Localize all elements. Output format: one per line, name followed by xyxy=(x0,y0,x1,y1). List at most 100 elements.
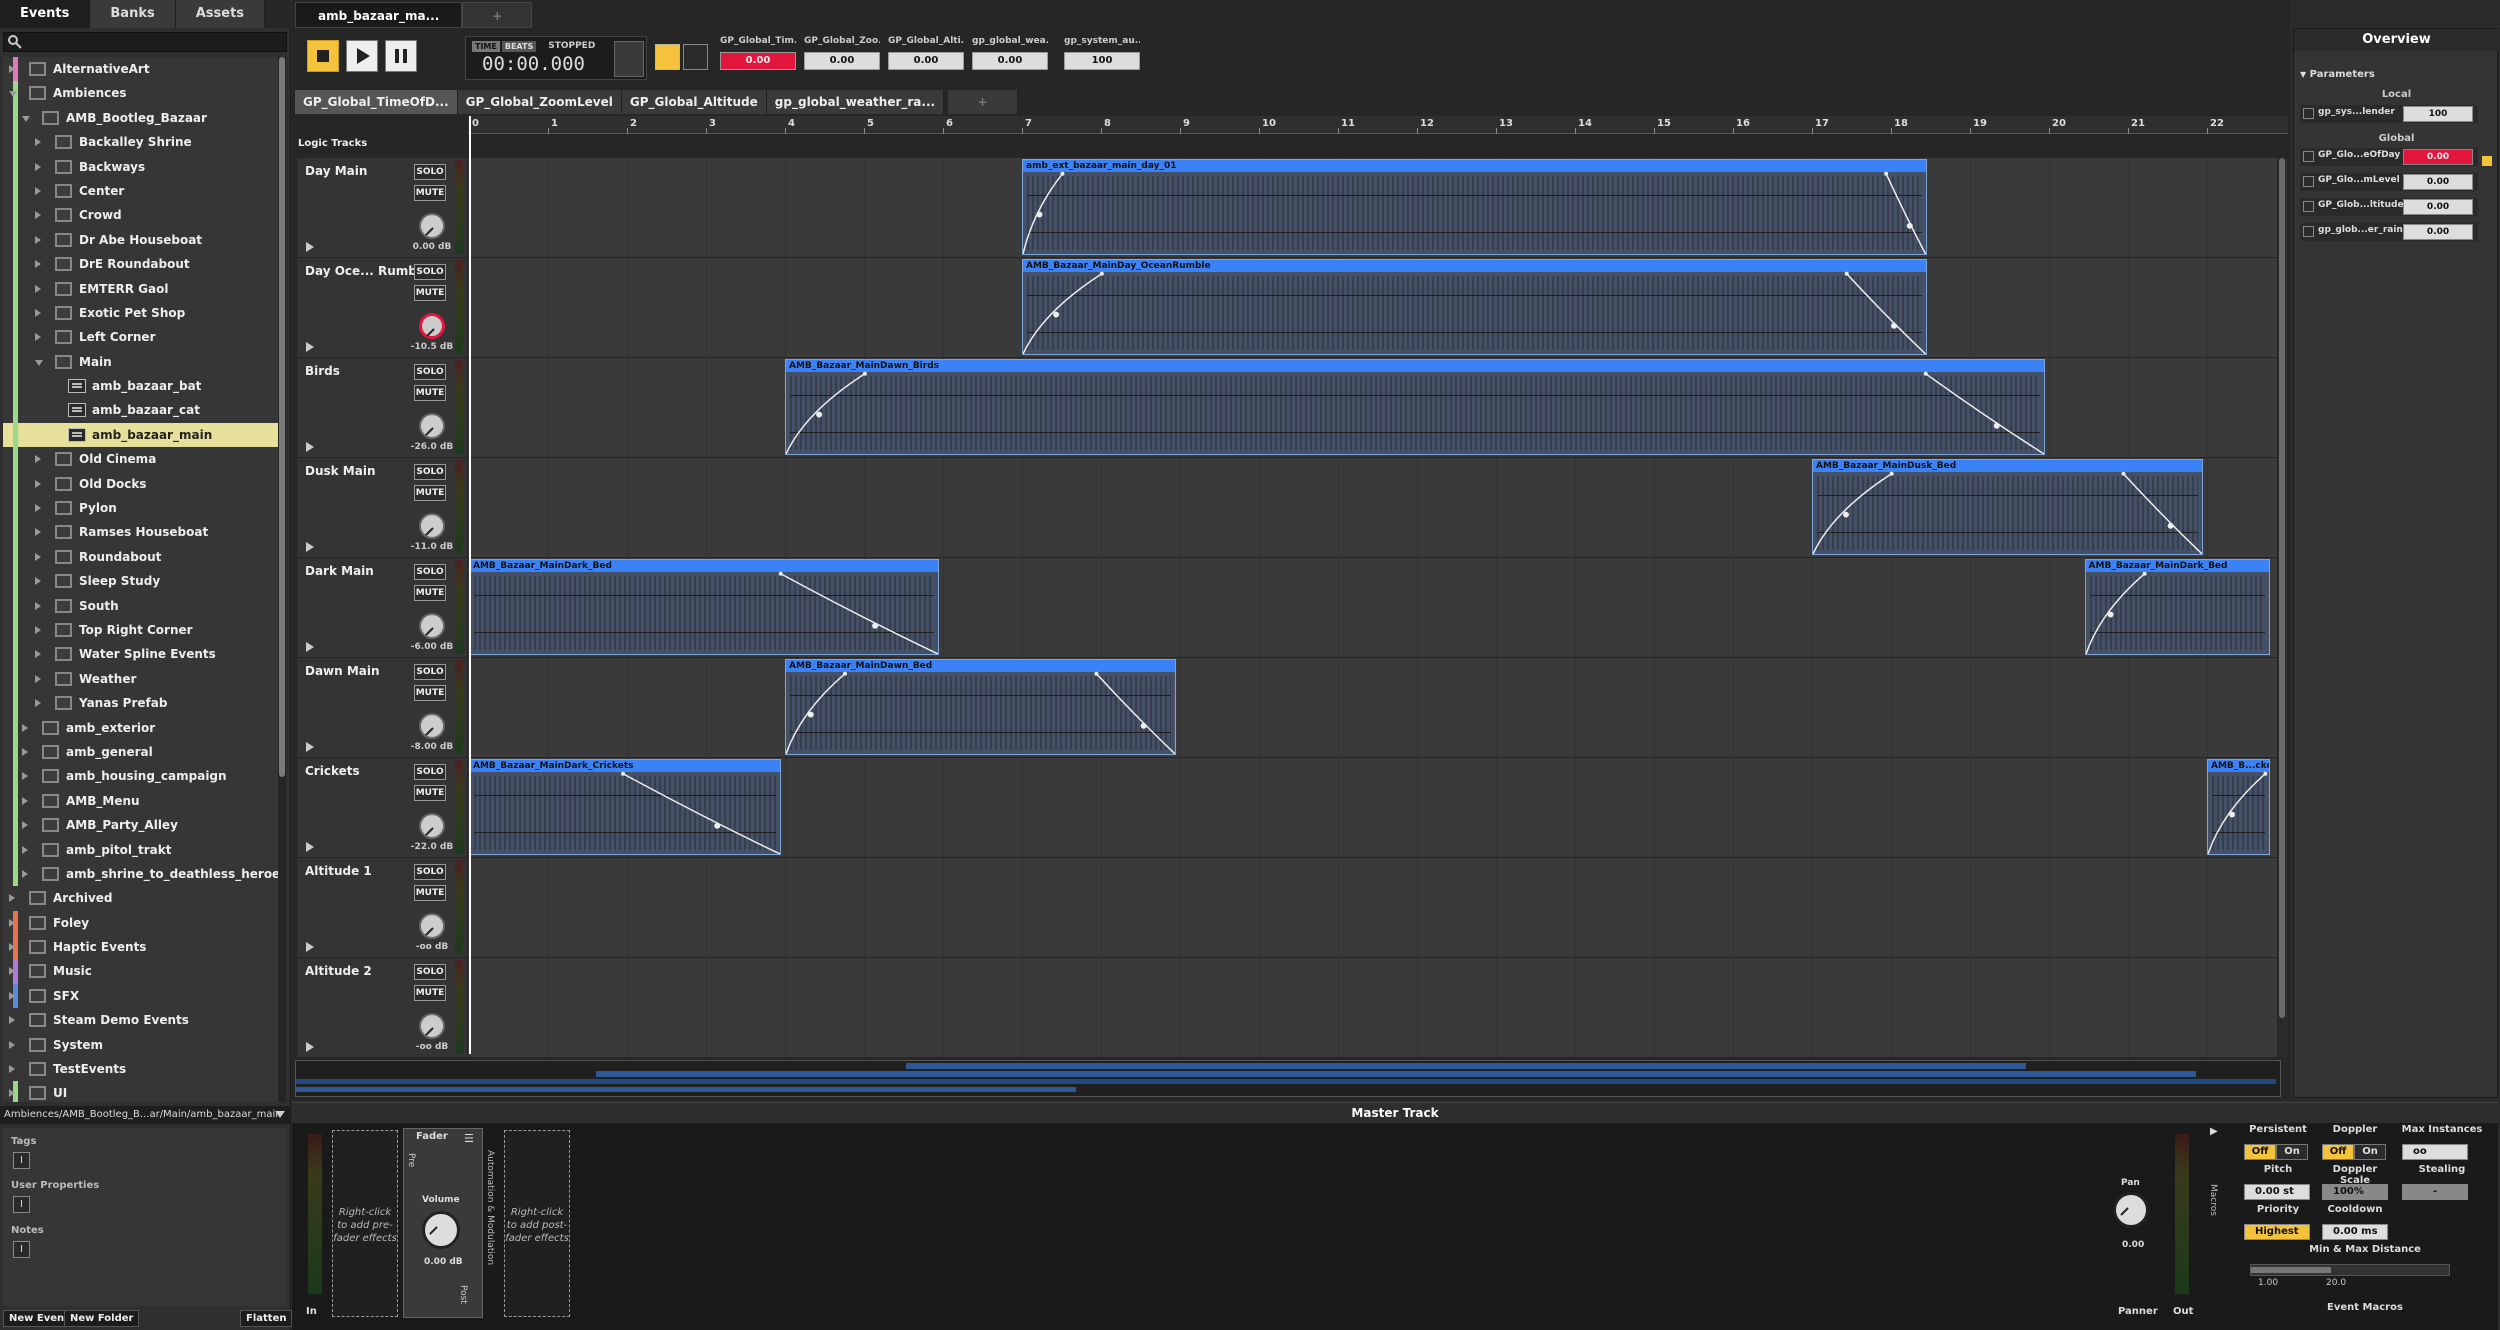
parameter-value[interactable]: 0.00 xyxy=(2403,174,2473,190)
track-header[interactable]: Altitude 2 SOLO MUTE -oo dB xyxy=(297,958,467,1057)
folder-item[interactable]: System xyxy=(3,1033,278,1057)
expand-track-icon[interactable] xyxy=(306,942,314,952)
track-header[interactable]: Altitude 1 SOLO MUTE -oo dB xyxy=(297,858,467,957)
solo-button[interactable]: SOLO xyxy=(414,964,446,980)
chevron-right-icon[interactable] xyxy=(35,260,41,269)
expand-track-icon[interactable] xyxy=(306,1042,314,1052)
chevron-right-icon[interactable] xyxy=(9,918,15,927)
tab-events[interactable]: Events xyxy=(0,0,91,28)
chevron-right-icon[interactable] xyxy=(9,991,15,1000)
add-tag-button[interactable]: I xyxy=(13,1152,30,1169)
instrument-clip[interactable]: AMB_Bazaar_MainDusk_Bed xyxy=(1812,459,2204,555)
fade-curves[interactable] xyxy=(470,760,781,854)
menu-icon[interactable]: ☰ xyxy=(464,1132,474,1145)
browser-scrollbar[interactable] xyxy=(278,57,286,1102)
chevron-right-icon[interactable] xyxy=(35,186,41,195)
track-timeline[interactable]: AMB_Bazaar_MainDusk_Bed xyxy=(468,458,2287,557)
fade-curves[interactable] xyxy=(2208,760,2269,854)
max-instances-input[interactable]: oo xyxy=(2402,1144,2468,1160)
chevron-right-icon[interactable] xyxy=(35,211,41,220)
overview-parameter-row[interactable]: GP_Glob...ltitude 0.00 xyxy=(2300,198,2478,216)
parameter-tab[interactable]: GP_Global_Altitude xyxy=(621,90,767,114)
browser-search-input[interactable] xyxy=(3,32,287,52)
mute-button[interactable]: MUTE xyxy=(414,985,446,1001)
track-volume-knob[interactable] xyxy=(419,313,445,339)
folder-item[interactable]: Music xyxy=(3,959,278,984)
folder-item[interactable]: AMB_Menu xyxy=(3,788,278,814)
instrument-clip[interactable]: AMB_Bazaar_MainDark_Bed xyxy=(2084,559,2271,655)
overview-parameter-row[interactable]: GP_Glo...mLevel 0.00 xyxy=(2300,173,2478,191)
folder-item[interactable]: Center xyxy=(3,178,278,204)
folder-item[interactable]: AlternativeArt xyxy=(3,57,278,82)
parameter-control[interactable]: GP_Global_Zoo... 0.00 xyxy=(804,36,880,76)
folder-item[interactable]: Weather xyxy=(3,666,278,692)
priority-input[interactable]: Highest xyxy=(2244,1224,2310,1240)
chevron-right-icon[interactable] xyxy=(35,235,41,244)
track-timeline[interactable] xyxy=(468,958,2287,1057)
parameter-value[interactable]: 100 xyxy=(2403,106,2473,122)
folder-item[interactable]: amb_exterior xyxy=(3,715,278,740)
folder-item[interactable]: amb_pitol_trakt xyxy=(3,837,278,862)
tracks-view-button[interactable] xyxy=(655,44,680,70)
overview-parameter-row[interactable]: gp_glob...er_rain 0.00 xyxy=(2300,223,2478,241)
track-volume-knob[interactable] xyxy=(419,213,445,239)
track-header[interactable]: Dusk Main SOLO MUTE -11.0 dB xyxy=(297,458,467,557)
folder-item[interactable]: Crowd xyxy=(3,203,278,228)
pre-fader-effects-slot[interactable]: Right-click to add pre-fader effects xyxy=(332,1130,398,1317)
mute-button[interactable]: MUTE xyxy=(414,685,446,701)
expand-track-icon[interactable] xyxy=(306,742,314,752)
chevron-right-icon[interactable] xyxy=(9,65,15,73)
stealing-select[interactable]: - xyxy=(2402,1184,2468,1200)
parameter-control[interactable]: GP_Global_Alti... 0.00 xyxy=(888,36,964,76)
track-volume-knob[interactable] xyxy=(419,713,445,739)
folder-item[interactable]: amb_shrine_to_deathless_heroes xyxy=(3,861,278,887)
overview-parameter-row[interactable]: GP_Glo...eOfDay 0.00 xyxy=(2300,148,2478,166)
chevron-down-icon[interactable]: ▼ xyxy=(2300,70,2306,79)
chevron-right-icon[interactable] xyxy=(35,528,41,537)
tab-amb-bazaar-main[interactable]: amb_bazaar_ma... xyxy=(295,2,463,28)
folder-item[interactable]: Main xyxy=(3,349,278,375)
instrument-clip[interactable]: AMB_Bazaar_MainDark_Bed xyxy=(469,559,940,655)
chevron-right-icon[interactable] xyxy=(35,650,41,659)
track-timeline[interactable]: AMB_Bazaar_MainDawn_Birds xyxy=(468,358,2287,457)
parameter-tab[interactable]: GP_Global_TimeOfD... xyxy=(295,90,458,114)
cooldown-input[interactable]: 0.00 ms xyxy=(2322,1224,2388,1240)
solo-button[interactable]: SOLO xyxy=(414,864,446,880)
folder-item[interactable]: South xyxy=(3,593,278,618)
folder-item[interactable]: Old Cinema xyxy=(3,447,278,472)
event-item[interactable]: amb_bazaar_cat xyxy=(3,398,278,423)
chevron-right-icon[interactable] xyxy=(22,747,28,756)
folder-item[interactable]: Sleep Study xyxy=(3,569,278,594)
chevron-right-icon[interactable] xyxy=(22,772,28,781)
track-volume-knob[interactable] xyxy=(419,813,445,839)
solo-button[interactable]: SOLO xyxy=(414,664,446,680)
mute-button[interactable]: MUTE xyxy=(414,385,446,401)
time-mode-beats[interactable]: BEATS xyxy=(501,41,537,52)
track-timeline[interactable]: AMB_Bazaar_MainDawn_Bed xyxy=(468,658,2287,757)
distance-slider[interactable] xyxy=(2250,1264,2450,1276)
parameter-control[interactable]: GP_Global_Tim... 0.00 xyxy=(720,36,796,76)
folder-item[interactable]: TestEvents xyxy=(3,1057,278,1081)
folder-item[interactable]: Roundabout xyxy=(3,544,278,570)
mute-button[interactable]: MUTE xyxy=(414,785,446,801)
fade-curves[interactable] xyxy=(1813,460,2203,554)
chevron-right-icon[interactable] xyxy=(9,894,15,903)
track-header[interactable]: Birds SOLO MUTE -26.0 dB xyxy=(297,358,467,457)
chevron-down-icon[interactable] xyxy=(9,91,17,101)
track-header[interactable]: Day Oce... Rumble SOLO MUTE -10.5 dB xyxy=(297,258,467,357)
solo-button[interactable]: SOLO xyxy=(414,264,446,280)
chevron-right-icon[interactable] xyxy=(35,138,41,147)
play-button[interactable] xyxy=(346,40,378,72)
chevron-right-icon[interactable] xyxy=(35,699,41,708)
flatten-button[interactable]: Flatten xyxy=(240,1310,293,1327)
folder-item[interactable]: Haptic Events xyxy=(3,935,278,960)
chevron-right-icon[interactable] xyxy=(22,821,28,830)
expand-track-icon[interactable] xyxy=(306,542,314,552)
parameter-value[interactable]: 0.00 xyxy=(972,52,1048,70)
folder-item[interactable]: Foley xyxy=(3,910,278,936)
loop-toggle-button[interactable] xyxy=(614,41,644,77)
folder-item[interactable]: AMB_Party_Alley xyxy=(3,813,278,838)
solo-button[interactable]: SOLO xyxy=(414,764,446,780)
folder-item[interactable]: Ambiences xyxy=(3,81,278,106)
add-parameter-tab-button[interactable]: + xyxy=(948,90,1019,114)
